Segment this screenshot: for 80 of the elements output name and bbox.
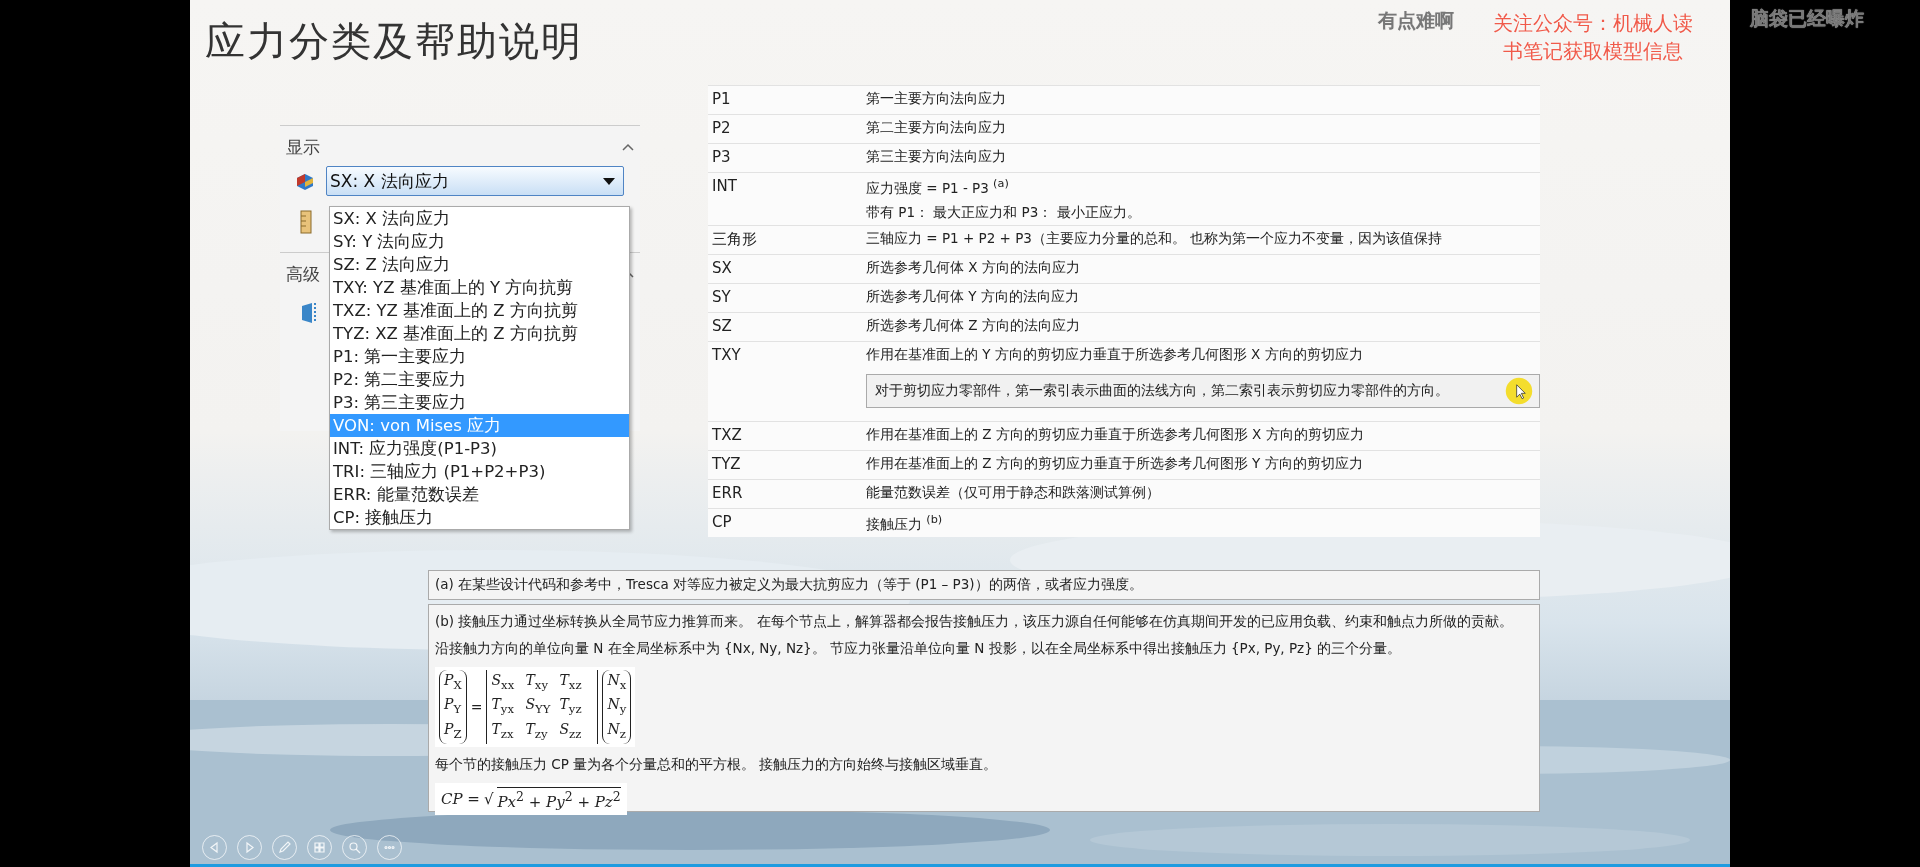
formula-text: CP =: [441, 789, 480, 808]
table-cell-text: 第三主要方向法向应力: [866, 148, 1007, 166]
matrix-entry: T$_{zx}$: [491, 720, 515, 743]
dropdown-option[interactable]: P2: 第二主要应力: [330, 368, 629, 391]
matrix-entry: T$_{yz}$: [559, 695, 583, 719]
footnote: (a) 在某些设计代码和参考中，Tresca 对等应力被定义为最大抗剪应力（等于 (P1 – P3)）的两倍，或者应力强度。: [428, 569, 1540, 600]
matrix-entry: T$_{yx}$: [491, 695, 515, 719]
dropdown-option[interactable]: TRI: 三轴应力 (P1+P2+P3): [330, 460, 629, 483]
dropdown-option[interactable]: SY: Y 法向应力: [330, 230, 629, 253]
matrix-entry: S$_{xx}$: [491, 670, 516, 694]
table-cell-text: INT: [711, 177, 738, 197]
dropdown-option[interactable]: CP: 接触压力: [330, 506, 629, 529]
table-cell-text: 作用在基准面上的 Y 方向的剪切应力垂直于所选参考几何图形 X 方向的剪切应力: [866, 345, 1364, 364]
table-cell-text: 作用在基准面上的 Z 方向的剪切应力垂直于所选参考几何图形 X 方向的剪切应力: [866, 425, 1365, 444]
comment-text: 脑袋已经曝炸: [1750, 6, 1864, 31]
matrix-entry: P$_{Y}$: [444, 695, 462, 719]
right-triangle-icon: [243, 841, 256, 854]
matrix-entry: N$_{x}$: [607, 670, 627, 694]
table-cell-text: ERR: [711, 483, 744, 504]
table-cell-text: 所选参考几何体 Y 方向的法向应力: [866, 287, 1080, 306]
table-cell-text: TXZ: [711, 425, 743, 446]
footnote-text: 每个节的接触压力 CP 量为各个分量总和的平方根。 接触压力的方向始终与接触区域垂直。: [435, 755, 999, 774]
matrix-entry: T$_{xy}$: [525, 670, 549, 694]
table-cell-text: CP: [711, 512, 733, 533]
table-cell-text: TYZ: [711, 454, 742, 475]
dropdown-option[interactable]: TXZ: YZ 基准面上的 Z 方向抗剪: [330, 299, 629, 322]
caret-icon: [603, 177, 615, 185]
collapse-icon[interactable]: [622, 143, 634, 151]
section-header: 显示: [286, 135, 320, 159]
matrix-entry: N$_{z}$: [607, 720, 627, 743]
table-cell-text: 第一主要方向法向应力: [866, 90, 1007, 108]
table-cell-text: 第二主要方向法向应力: [866, 119, 1007, 137]
notice-text: 关注公众号：机械人读书笔记获取模型信息: [1492, 10, 1694, 65]
dropdown-option[interactable]: SX: X 法向应力: [330, 207, 629, 230]
table-cell-text: 三轴应力 = P1 + P2 + P3（主要应力分量的总和。 也称为第一个应力不变量，因为该值保持: [866, 229, 1444, 248]
table-cell-text: SZ: [711, 316, 733, 337]
matrix-entry: T$_{zy}$: [525, 720, 549, 743]
table-cell-text: P1: [711, 90, 732, 110]
matrix-entry: T$_{xz}$: [559, 670, 583, 694]
cursor-icon: [1505, 376, 1533, 405]
table-cell-text: 应力强度 = P1 - P3 $^{(a)}$: [866, 177, 1010, 198]
dropdown-option[interactable]: P3: 第三主要应力: [330, 391, 629, 414]
equals-sign: =: [470, 698, 483, 715]
stress-dropdown[interactable]: SX: X 法向应力: [326, 166, 624, 196]
dropdown-option[interactable]: P1: 第一主要应力: [330, 345, 629, 368]
table-cell-text: P2: [711, 119, 732, 139]
table-cell-text: TXY: [711, 345, 742, 366]
dropdown-option[interactable]: INT: 应力强度(P1-P3): [330, 437, 629, 460]
search-icon: [348, 841, 361, 854]
table-cell-text: SY: [711, 287, 732, 308]
pen-icon: [278, 841, 291, 854]
table-cell-text: 接触压力 $^{(b)}$: [866, 512, 944, 533]
formula-text: Px$^{2}$ + Py$^{2}$ + Pz$^{2}$: [497, 786, 621, 811]
table-cell-text: P3: [711, 148, 732, 168]
dropdown-option[interactable]: ERR: 能量范数误差: [330, 483, 629, 506]
left-triangle-icon: [208, 841, 221, 854]
slide-title: 应力分类及帮助说明: [205, 17, 583, 66]
table-cell-text: 三角形: [711, 229, 758, 250]
table-cell-text: 作用在基准面上的 Z 方向的剪切应力垂直于所选参考几何图形 Y 方向的剪切应力: [866, 454, 1364, 473]
dropdown-option[interactable]: TYZ: XZ 基准面上的 Z 方向抗剪: [330, 322, 629, 345]
dropdown-option[interactable]: SZ: Z 法向应力: [330, 253, 629, 276]
matrix-entry: P$_{X}$: [444, 670, 462, 694]
matrix-entry: S$_{YY}$: [525, 695, 552, 719]
note-box: 对于剪切应力零部件，第一索引表示曲面的法线方向，第二索引表示剪切应力零部件的方向。: [866, 373, 1540, 408]
comment-text: 有点难啊: [1378, 8, 1454, 33]
table-cell-text: 带有 P1： 最大正应力和 P3： 最小正应力。: [866, 203, 1142, 222]
ruler-icon: [300, 210, 312, 234]
table-cell-text: SX: [711, 258, 733, 279]
grid-icon: [313, 841, 326, 854]
matrix-entry: P$_{Z}$: [444, 720, 462, 743]
table-cell-text: 所选参考几何体 X 方向的法向应力: [866, 258, 1081, 277]
matrix-entry: S$_{zz}$: [559, 720, 583, 743]
section-header: 高级: [286, 262, 320, 286]
footnote-text: 沿接触力方向的单位向量 N 在全局坐标系中为 {Nx, Ny, Nz}。 节应力张量沿单位向量 N 投影，以在全局坐标系中得出接触压力 {Px, Py, Pz} 的三个分量。: [435, 639, 1403, 658]
table-cell-text: 所选参考几何体 Z 方向的法向应力: [866, 316, 1081, 335]
matrix-entry: N$_{y}$: [607, 695, 627, 719]
footnote-text: (b) 接触压力通过坐标转换从全局节应力推算而来。 在每个节点上，解算器都会报告接触压力，该压力源自任何能够在仿真期间开发的已应用负载、约束和触点力所做的贡献。: [435, 612, 1514, 631]
radical-sign: √: [483, 789, 494, 808]
table-cell-text: 能量范数误差（仅可用于静态和跌落测试算例）: [866, 483, 1161, 502]
dropdown-option[interactable]: TXY: YZ 基准面上的 Y 方向抗剪: [330, 276, 629, 299]
